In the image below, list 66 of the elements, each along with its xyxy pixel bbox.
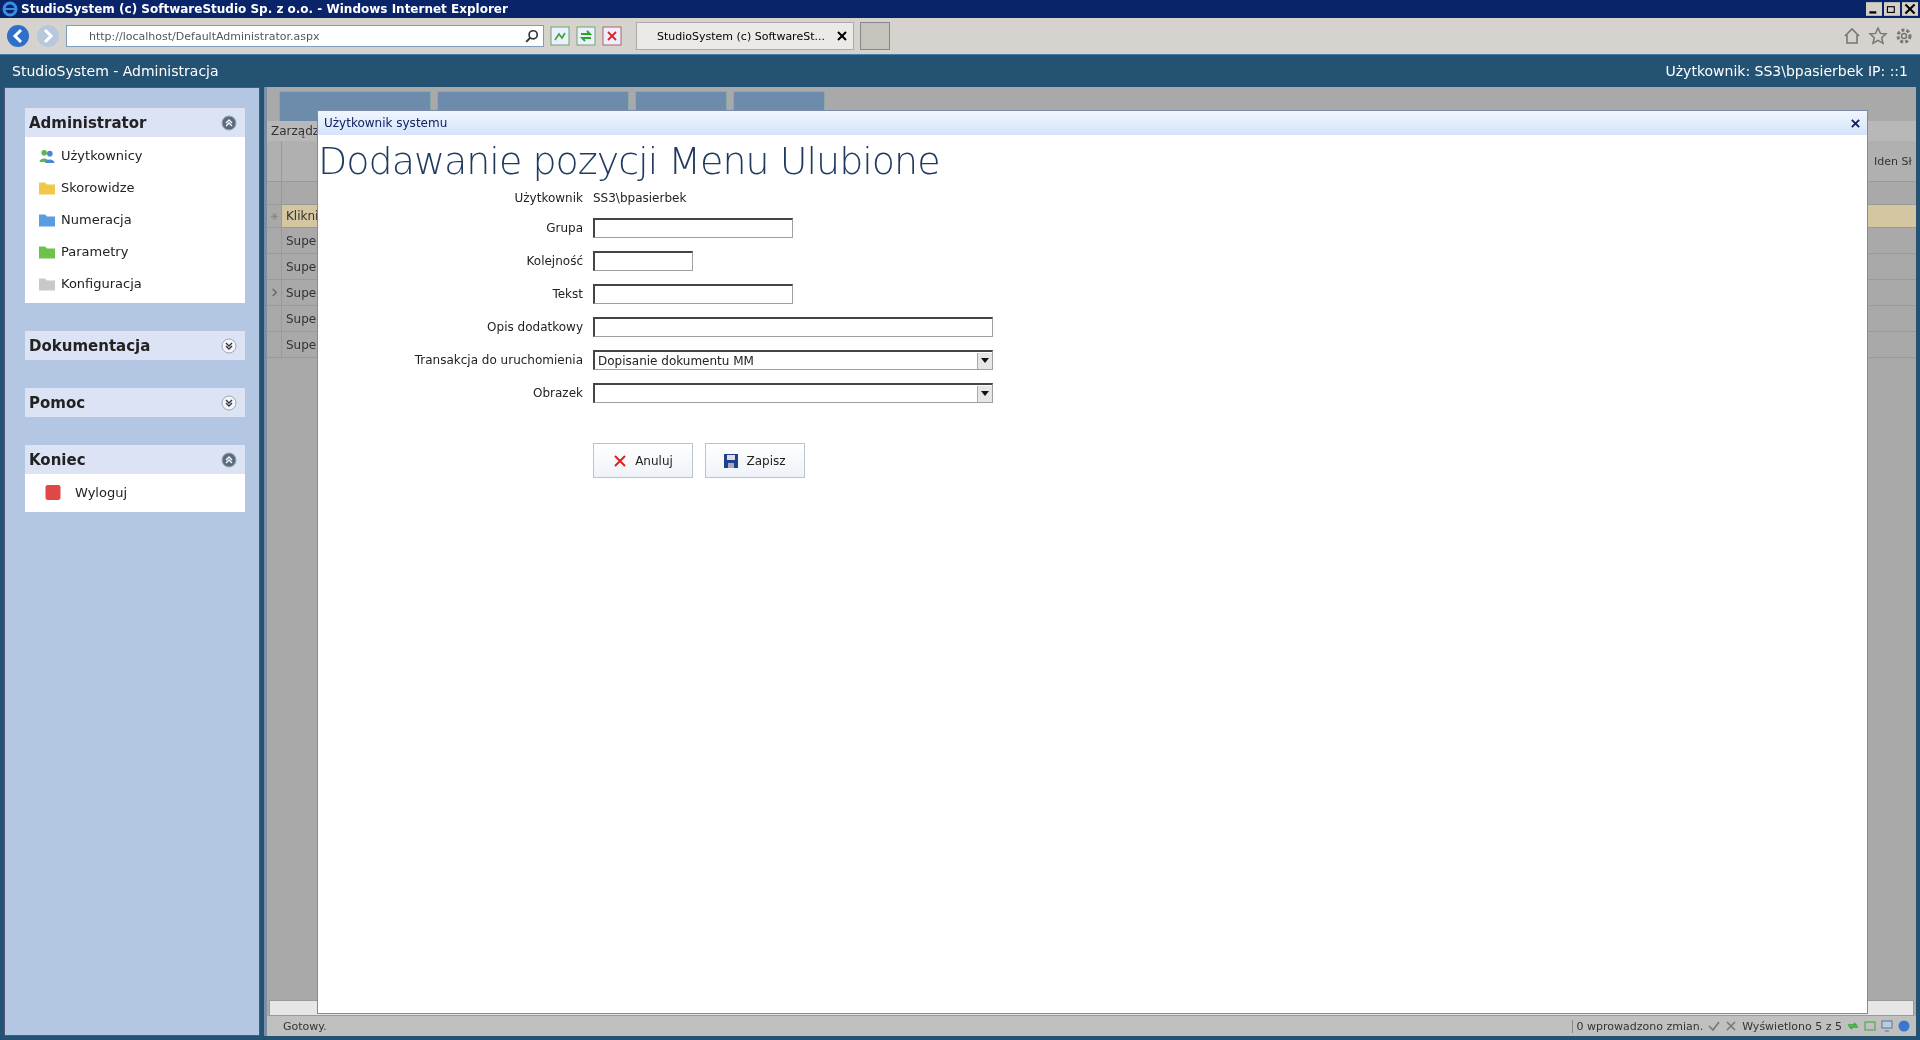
new-tab-button[interactable]	[860, 22, 890, 50]
dialog-heading: Dodawanie pozycji Menu Ulubione	[318, 139, 941, 183]
dialog-title: Użytkownik systemu	[324, 116, 448, 130]
close-icon[interactable]	[1850, 117, 1861, 129]
refresh-icon[interactable]	[1847, 1020, 1859, 1032]
section-label: Zarządz	[271, 124, 320, 138]
sidebar-item[interactable]: Konfiguracja	[25, 267, 245, 299]
restore-icon[interactable]	[1884, 2, 1900, 16]
field-label: Tekst	[552, 287, 583, 301]
new-row-icon	[269, 211, 279, 221]
stop-icon[interactable]	[602, 26, 622, 46]
settings-icon[interactable]	[1894, 26, 1914, 46]
table-cell[interactable]	[1867, 205, 1916, 227]
section-header[interactable]: Pomoc	[25, 388, 245, 417]
field-label: Kolejność	[526, 254, 583, 268]
collapse-icon[interactable]	[221, 451, 237, 468]
field-label: Grupa	[546, 221, 583, 235]
sidebar-item[interactable]: Parametry	[25, 235, 245, 267]
address-field[interactable]: http://localhost/DefaultAdministrator.aspx	[66, 25, 544, 47]
save-button[interactable]: Zapisz	[705, 443, 805, 478]
close-icon[interactable]	[837, 31, 847, 41]
sidebar-item[interactable]: Użytkownicy	[25, 139, 245, 171]
star-icon[interactable]	[1868, 26, 1888, 46]
expand-icon[interactable]	[221, 394, 237, 411]
field-value: SS3\bpasierbek	[593, 191, 687, 205]
minimize-icon[interactable]	[1866, 2, 1882, 16]
monitor-icon[interactable]	[1881, 1020, 1893, 1032]
save-changes-icon[interactable]	[1708, 1020, 1721, 1032]
field-label: Użytkownik	[514, 191, 583, 205]
expand-icon[interactable]	[221, 337, 237, 354]
home-icon[interactable]	[1842, 26, 1862, 46]
search-icon[interactable]	[525, 29, 539, 43]
browser-tab[interactable]: StudioSystem (c) SoftwareSt...	[636, 22, 854, 50]
field-label: Transakcja do uruchomienia	[414, 353, 583, 367]
users-icon	[39, 147, 55, 163]
user-info: Użytkownik: SS3\bpasierbek IP: ::1	[1665, 63, 1908, 79]
field-label: Obrazek	[533, 386, 583, 400]
input-field[interactable]	[593, 284, 793, 304]
record-count: Wyświetlono 5 z 5	[1742, 1019, 1842, 1033]
forward-icon[interactable]	[36, 24, 60, 48]
refresh-icon[interactable]	[576, 26, 596, 46]
section-header[interactable]: Administrator	[25, 108, 245, 137]
changes-count: 0 wprowadzono zmian.	[1571, 1019, 1704, 1033]
section-header[interactable]: Koniec	[25, 445, 245, 474]
input-field[interactable]	[593, 218, 793, 238]
close-icon[interactable]	[1902, 2, 1918, 16]
undo-icon[interactable]	[1725, 1020, 1738, 1032]
app-title: StudioSystem - Administracja	[12, 63, 219, 79]
input-field[interactable]	[593, 251, 693, 271]
status-text: Gotowy.	[283, 1019, 327, 1033]
browser-logo-icon	[2, 1, 18, 17]
cancel-button[interactable]: Anuluj	[593, 443, 693, 478]
current-row-icon	[269, 288, 279, 297]
dropdown[interactable]: Dopisanie dokumentu MM	[593, 350, 993, 370]
window-title: StudioSystem (c) SoftwareStudio Sp. z o.o. - Windows Internet Explorer	[21, 2, 509, 16]
caret-icon	[981, 391, 989, 396]
back-icon[interactable]	[6, 24, 30, 48]
collapse-icon[interactable]	[221, 114, 237, 131]
caret-icon	[981, 358, 989, 363]
dropdown[interactable]	[593, 383, 993, 403]
section-header[interactable]: Dokumentacja	[25, 331, 245, 360]
sidebar-item[interactable]: Numeracja	[25, 203, 245, 235]
close-icon	[613, 453, 628, 468]
sidebar-item[interactable]: Skorowidze	[25, 171, 245, 203]
input-field[interactable]	[593, 317, 993, 337]
field-label: Opis dodatkowy	[487, 320, 583, 334]
